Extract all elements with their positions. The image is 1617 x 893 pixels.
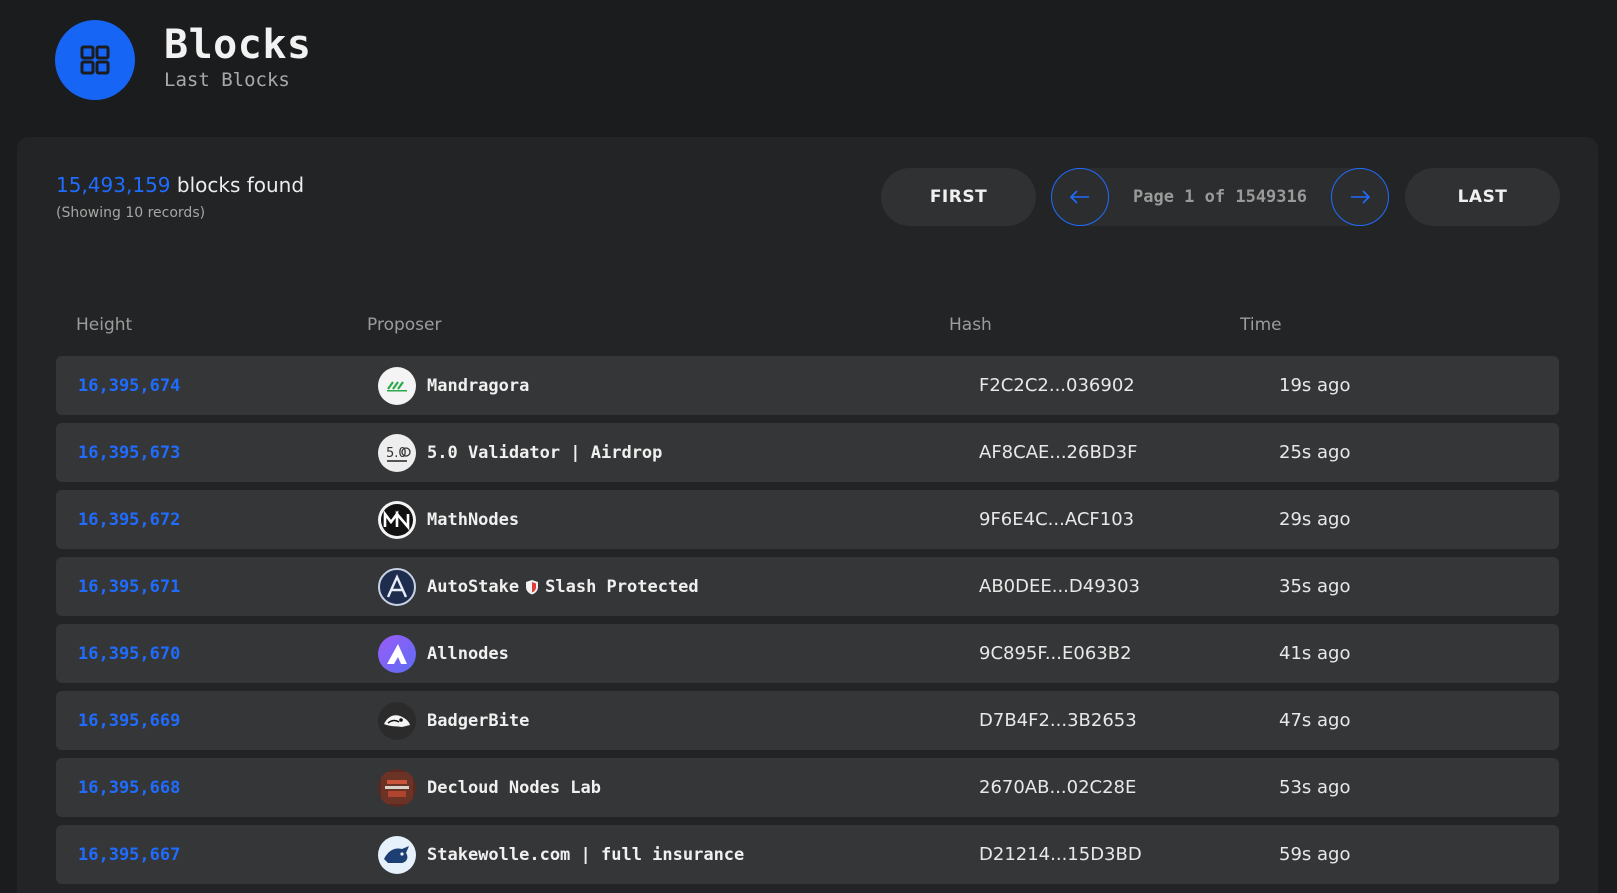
block-hash: D7B4F2...3B2653 xyxy=(979,710,1137,731)
block-time: 19s ago xyxy=(1279,375,1351,396)
block-height-link[interactable]: 16,395,674 xyxy=(78,356,180,415)
proposer-name: Mandragora xyxy=(427,375,530,396)
column-height: Height xyxy=(76,315,133,335)
proposer-name: 5.0 Validator | Airdrop xyxy=(427,442,663,463)
blocks-count-suffix: blocks found xyxy=(170,173,305,197)
proposer-link[interactable]: AutoStake Slash Protected xyxy=(378,557,699,616)
block-time: 25s ago xyxy=(1279,442,1351,463)
prev-page-button[interactable] xyxy=(1051,168,1109,226)
proposer-link[interactable]: MathNodes xyxy=(378,490,519,549)
autostake-logo xyxy=(378,567,416,606)
page-subtitle: Last Blocks xyxy=(164,69,290,91)
table-row[interactable]: 16,395,672 MathNodes 9F6E4C...ACF103 29s… xyxy=(56,490,1559,549)
pager: Page 1 of 1549316 xyxy=(1051,168,1389,226)
arrow-right-icon xyxy=(1351,190,1370,204)
table-row[interactable]: 16,395,674 Mandragora F2C2C2...036902 19… xyxy=(56,356,1559,415)
block-hash: 2670AB...02C28E xyxy=(979,777,1137,798)
table-row[interactable]: 16,395,671 AutoStake Slash Protected AB0D… xyxy=(56,557,1559,616)
table-row[interactable]: 16,395,667 Stakewolle.com | full insuran… xyxy=(56,825,1559,884)
next-page-button[interactable] xyxy=(1331,168,1389,226)
page-title: Blocks xyxy=(164,22,312,68)
proposer-link[interactable]: Mandragora xyxy=(378,356,529,415)
block-height-link[interactable]: 16,395,669 xyxy=(78,691,180,750)
proposer-link[interactable]: BadgerBite xyxy=(378,691,529,750)
proposer-name: BadgerBite xyxy=(427,710,530,731)
column-hash: Hash xyxy=(949,315,992,335)
block-hash: D21214...15D3BD xyxy=(979,844,1142,865)
table-header: Height Proposer Hash Time xyxy=(17,315,1598,339)
block-height-link[interactable]: 16,395,671 xyxy=(78,557,180,616)
proposer-link[interactable]: Stakewolle.com | full insurance xyxy=(378,825,744,884)
block-height-link[interactable]: 16,395,668 xyxy=(78,758,180,817)
column-proposer: Proposer xyxy=(367,315,442,335)
proposer-link[interactable]: Decloud Nodes Lab xyxy=(378,758,601,817)
block-hash: 9F6E4C...ACF103 xyxy=(979,509,1135,530)
shield-icon xyxy=(526,579,539,594)
page-header: Blocks Last Blocks xyxy=(55,20,312,100)
five-validator-logo: 5.0 xyxy=(378,433,416,472)
block-time: 53s ago xyxy=(1279,777,1351,798)
block-time: 59s ago xyxy=(1279,844,1351,865)
mathnodes-logo xyxy=(378,500,416,539)
grid-icon xyxy=(55,20,135,100)
block-hash: 9C895F...E063B2 xyxy=(979,643,1132,664)
block-time: 41s ago xyxy=(1279,643,1351,664)
proposer-name: MathNodes xyxy=(427,509,520,530)
proposer-name: Allnodes xyxy=(427,643,509,664)
blocks-panel: 15,493,159 blocks found (Showing 10 reco… xyxy=(17,137,1598,893)
decloud-logo xyxy=(378,768,416,807)
blocks-count: 15,493,159 blocks found xyxy=(56,172,304,198)
block-hash: F2C2C2...036902 xyxy=(979,375,1135,396)
page-indicator: Page 1 of 1549316 xyxy=(1133,187,1307,207)
mandragora-logo xyxy=(378,366,416,405)
table-row[interactable]: 16,395,669 BadgerBite D7B4F2...3B2653 47… xyxy=(56,691,1559,750)
block-height-link[interactable]: 16,395,673 xyxy=(78,423,180,482)
table-row[interactable]: 16,395,673 5.0 5.0 Validator | Airdrop A… xyxy=(56,423,1559,482)
blocks-table: 16,395,674 Mandragora F2C2C2...036902 19… xyxy=(56,356,1559,892)
badgerbite-logo xyxy=(378,701,416,740)
proposer-name: Stakewolle.com | full insurance xyxy=(427,844,745,865)
column-time: Time xyxy=(1240,315,1282,335)
block-time: 29s ago xyxy=(1279,509,1351,530)
stakewolle-logo xyxy=(378,835,416,874)
allnodes-logo xyxy=(378,634,416,673)
first-page-button[interactable]: FIRST xyxy=(881,168,1036,226)
proposer-name: Decloud Nodes Lab xyxy=(427,777,601,798)
arrow-left-icon xyxy=(1070,190,1089,204)
block-height-link[interactable]: 16,395,672 xyxy=(78,490,180,549)
table-row[interactable]: 16,395,670 Allnodes 9C895F...E063B2 41s … xyxy=(56,624,1559,683)
block-height-link[interactable]: 16,395,667 xyxy=(78,825,180,884)
proposer-link[interactable]: Allnodes xyxy=(378,624,509,683)
block-height-link[interactable]: 16,395,670 xyxy=(78,624,180,683)
block-time: 35s ago xyxy=(1279,576,1351,597)
block-time: 47s ago xyxy=(1279,710,1351,731)
proposer-name: AutoStake Slash Protected xyxy=(427,576,699,597)
last-page-button[interactable]: LAST xyxy=(1405,168,1560,226)
block-hash: AF8CAE...26BD3F xyxy=(979,442,1138,463)
table-row[interactable]: 16,395,668 Decloud Nodes Lab 2670AB...02… xyxy=(56,758,1559,817)
block-hash: AB0DEE...D49303 xyxy=(979,576,1141,597)
showing-records: (Showing 10 records) xyxy=(56,205,206,221)
proposer-link[interactable]: 5.0 5.0 Validator | Airdrop xyxy=(378,423,662,482)
blocks-count-number: 15,493,159 xyxy=(56,173,171,197)
